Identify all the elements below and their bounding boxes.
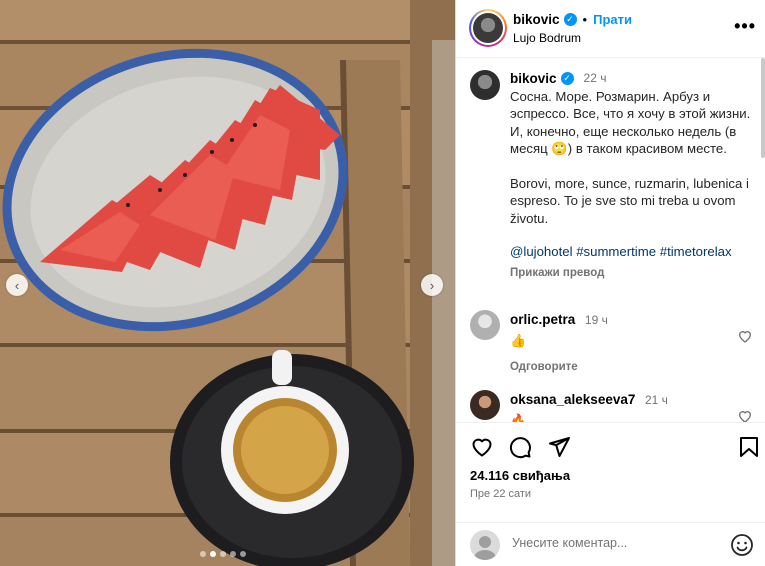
share-icon[interactable] bbox=[547, 435, 571, 459]
tag-link[interactable]: #summertime bbox=[576, 244, 656, 259]
caption-text-ru: Сосна. Море. Розмарин. Арбуз и эспрессо.… bbox=[510, 88, 751, 157]
comment-like-icon[interactable] bbox=[737, 328, 753, 344]
heart-icon[interactable] bbox=[470, 435, 494, 459]
comment-avatar[interactable] bbox=[470, 310, 500, 340]
show-translation-button[interactable]: Прикажи превод bbox=[510, 265, 760, 283]
likes-count[interactable]: 24.116 свиђања bbox=[470, 468, 570, 483]
comment-input[interactable] bbox=[512, 536, 712, 550]
tag-link[interactable]: #timetorelax bbox=[660, 244, 732, 259]
carousel-next-button[interactable]: › bbox=[421, 274, 443, 296]
comment-username[interactable]: orlic.petra bbox=[510, 312, 575, 327]
author-avatar[interactable] bbox=[469, 9, 507, 47]
comment-composer bbox=[456, 522, 765, 566]
caption-avatar[interactable] bbox=[470, 70, 500, 100]
tag-link[interactable]: @lujohotel bbox=[510, 244, 573, 259]
post-photo[interactable]: ‹ › bbox=[0, 0, 455, 566]
current-user-avatar bbox=[470, 530, 500, 560]
post-actions: 24.116 свиђања Пре 22 сати bbox=[456, 422, 765, 522]
post-location[interactable]: Lujo Bodrum bbox=[513, 31, 581, 45]
carousel-dot bbox=[220, 551, 226, 557]
comment-time: 19 ч bbox=[584, 313, 608, 327]
post-side-panel: bikovic ✓ • Прати Lujo Bodrum ••• bikovi… bbox=[455, 0, 765, 566]
photo-image bbox=[0, 0, 455, 566]
carousel-dot bbox=[240, 551, 246, 557]
comment-avatar[interactable] bbox=[470, 390, 500, 420]
comments-section: bikovic ✓ 22 ч Сосна. Море. Розмарин. Ар… bbox=[456, 58, 765, 422]
caption-tags: @lujohotel #summertime #timetorelax bbox=[510, 243, 760, 261]
caption-username[interactable]: bikovic bbox=[510, 70, 557, 88]
post-timestamp: Пре 22 сати bbox=[470, 488, 532, 500]
comment-time: 21 ч bbox=[644, 393, 668, 407]
comment-text: 🔥 bbox=[510, 413, 527, 422]
verified-icon: ✓ bbox=[560, 72, 574, 86]
post-header: bikovic ✓ • Прати Lujo Bodrum ••• bbox=[456, 0, 765, 58]
carousel-dots bbox=[200, 551, 246, 557]
comment-icon[interactable] bbox=[508, 435, 532, 459]
comment-like-icon[interactable] bbox=[737, 408, 753, 422]
emoji-icon[interactable] bbox=[730, 533, 754, 557]
carousel-dot-active bbox=[210, 551, 216, 557]
follow-button[interactable]: Прати bbox=[593, 12, 632, 27]
comments-scrollbar[interactable] bbox=[761, 58, 765, 158]
caption-text-sr: Borovi, more, sunce, ruzmarin, lubenica … bbox=[510, 175, 749, 226]
reply-button[interactable]: Одговорите bbox=[510, 361, 608, 373]
separator-dot: • bbox=[582, 12, 588, 27]
caption-time: 22 ч bbox=[583, 71, 607, 85]
save-icon[interactable] bbox=[737, 435, 761, 459]
more-options-button[interactable]: ••• bbox=[734, 16, 756, 37]
header-user-row: bikovic ✓ • Прати bbox=[513, 12, 632, 27]
author-username[interactable]: bikovic bbox=[513, 12, 560, 27]
comment-username[interactable]: oksana_alekseeva7 bbox=[510, 392, 635, 407]
verified-icon: ✓ bbox=[563, 13, 577, 26]
carousel-prev-button[interactable]: ‹ bbox=[6, 274, 28, 296]
carousel-dot bbox=[230, 551, 236, 557]
carousel-dot bbox=[200, 551, 206, 557]
comment-text: 👍 bbox=[510, 333, 527, 348]
